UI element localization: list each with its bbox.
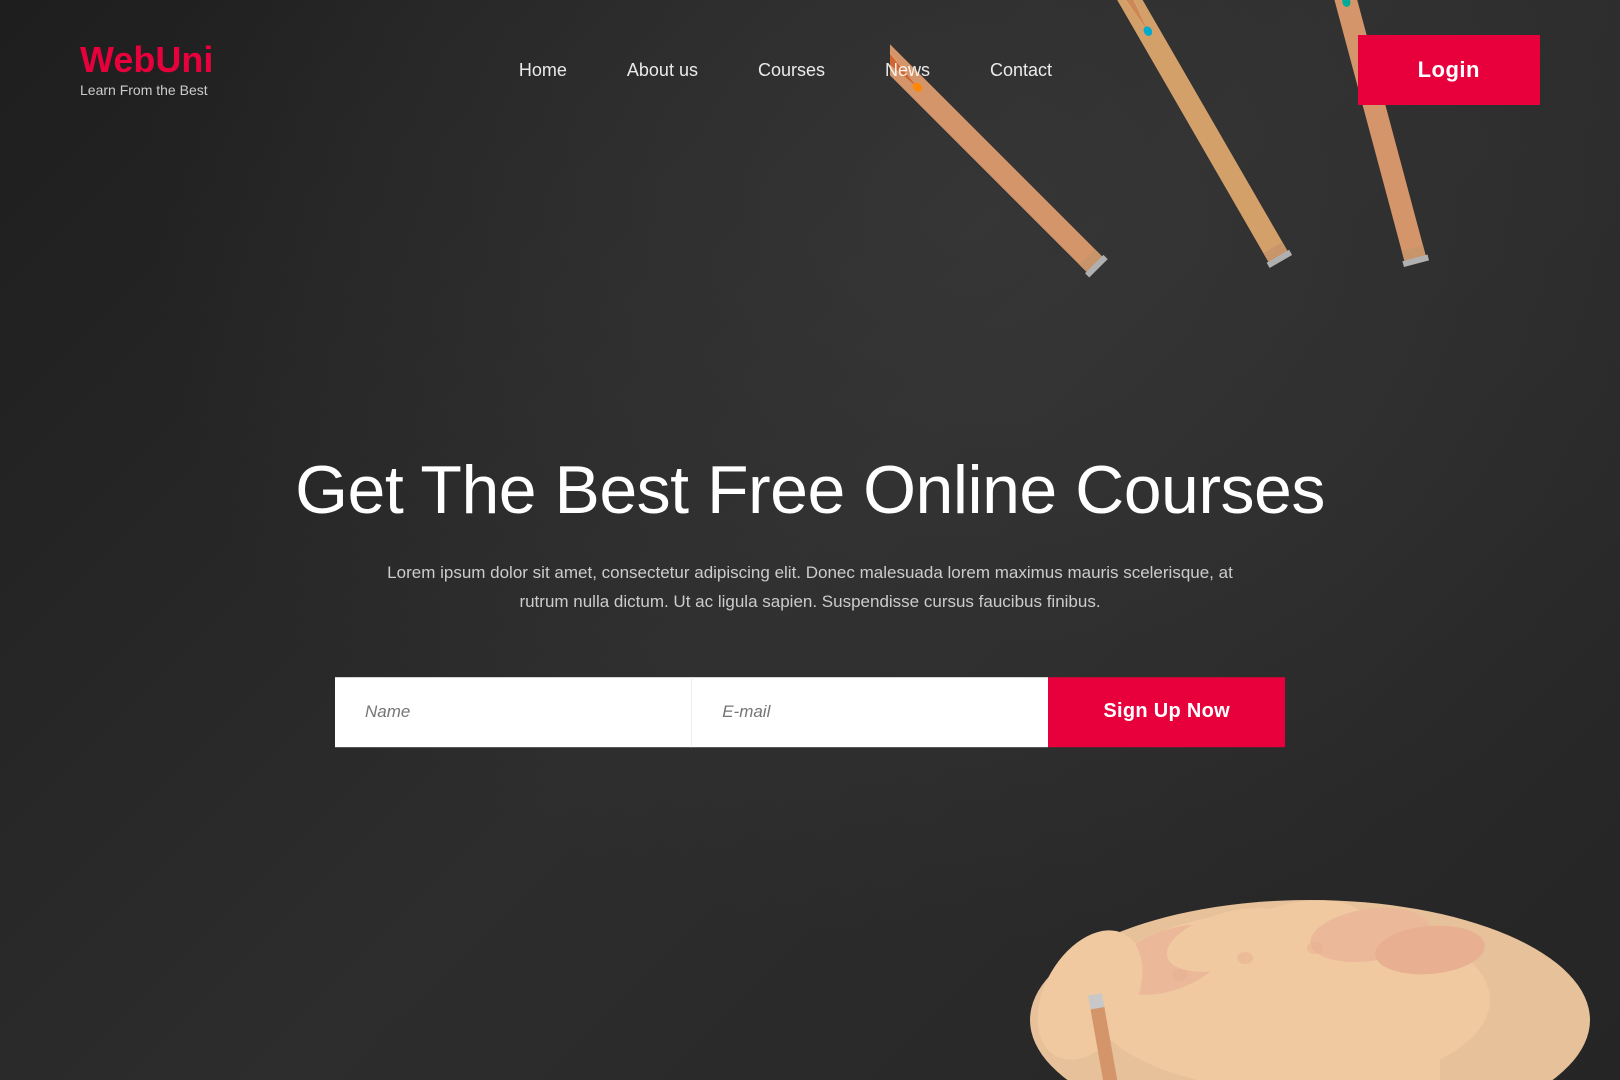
nav-link-contact[interactable]: Contact — [990, 60, 1052, 80]
logo-tagline: Learn From the Best — [80, 82, 213, 98]
hero-subtitle: Lorem ipsum dolor sit amet, consectetur … — [385, 559, 1235, 617]
nav-item-home[interactable]: Home — [519, 60, 567, 81]
signup-form: Sign Up Now — [335, 677, 1285, 747]
logo-web: Web — [80, 39, 155, 80]
name-input[interactable] — [335, 677, 692, 747]
logo-uni: Uni — [155, 39, 213, 80]
nav-link-courses[interactable]: Courses — [758, 60, 825, 80]
nav-item-about[interactable]: About us — [627, 60, 698, 81]
hero-content: Get The Best Free Online Courses Lorem i… — [260, 451, 1360, 747]
nav-link-news[interactable]: News — [885, 60, 930, 80]
hero-section: WebUni Learn From the Best Home About us… — [0, 0, 1620, 1080]
signup-button[interactable]: Sign Up Now — [1048, 677, 1285, 747]
nav-item-news[interactable]: News — [885, 60, 930, 81]
email-input[interactable] — [692, 677, 1048, 747]
hero-title: Get The Best Free Online Courses — [260, 451, 1360, 529]
logo[interactable]: WebUni Learn From the Best — [80, 42, 213, 98]
nav-link-about[interactable]: About us — [627, 60, 698, 80]
login-button[interactable]: Login — [1358, 35, 1540, 105]
navbar: WebUni Learn From the Best Home About us… — [0, 0, 1620, 140]
nav-item-courses[interactable]: Courses — [758, 60, 825, 81]
nav-item-contact[interactable]: Contact — [990, 60, 1052, 81]
logo-brand: WebUni — [80, 42, 213, 78]
nav-link-home[interactable]: Home — [519, 60, 567, 80]
nav-links: Home About us Courses News Contact — [519, 60, 1052, 81]
